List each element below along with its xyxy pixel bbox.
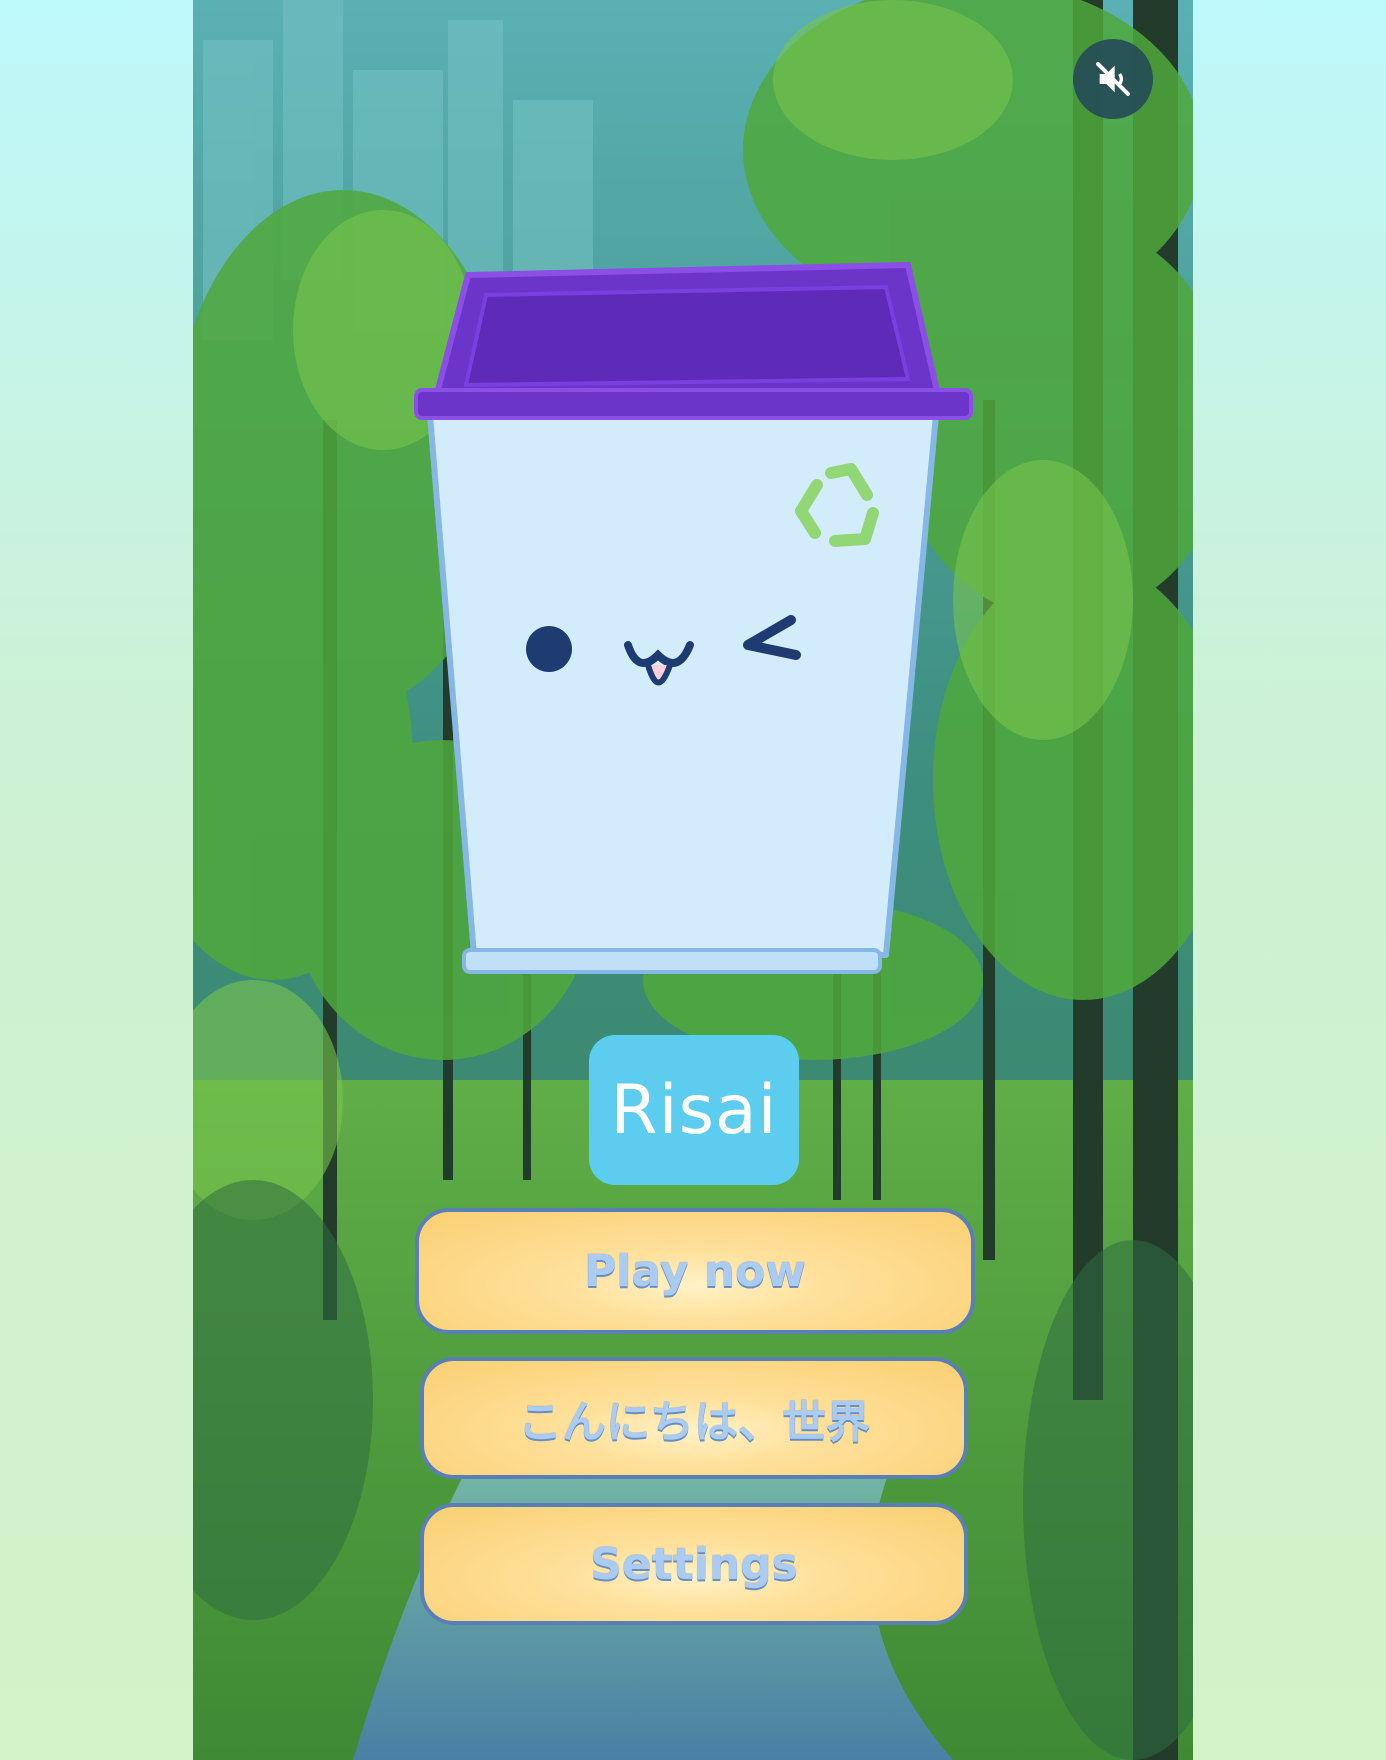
hello-world-button[interactable]: こんにちは、世界 <box>420 1357 968 1479</box>
speaker-muted-icon <box>1096 62 1130 96</box>
play-now-button[interactable]: Play now <box>415 1208 975 1334</box>
mute-button[interactable] <box>1073 39 1153 119</box>
settings-button[interactable]: Settings <box>420 1503 968 1625</box>
recycling-bin-mascot <box>414 262 973 974</box>
game-title: Risai <box>589 1035 799 1185</box>
game-frame: Risai Play now こんにちは、世界 Settings <box>193 0 1193 1760</box>
